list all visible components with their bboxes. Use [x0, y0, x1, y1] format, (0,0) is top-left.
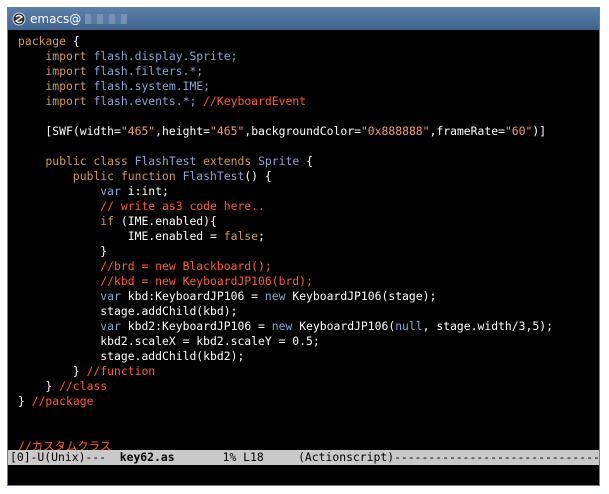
code-token: FlashTest: [182, 169, 245, 183]
code-line: import flash.display.Sprite;: [18, 49, 593, 64]
code-token: flash.filters.*;: [93, 64, 204, 78]
code-line: } //function: [18, 364, 593, 379]
minibuffer[interactable]: [8, 465, 599, 485]
emacs-window: emacs@ package { import flash.display.Sp…: [7, 7, 600, 486]
hostname-blur: [85, 14, 128, 24]
code-token: FlashTest: [134, 154, 197, 168]
code-token: var: [18, 319, 128, 333]
code-token: //function: [86, 364, 156, 378]
code-token: flash.system.IME;: [93, 79, 211, 93]
code-line: import flash.system.IME;: [18, 79, 593, 94]
code-editor[interactable]: package { import flash.display.Sprite; i…: [18, 34, 593, 452]
code-token: public function: [18, 169, 183, 183]
code-token: //class: [59, 379, 108, 393]
code-token: ,height=: [155, 124, 211, 138]
code-token: , stage.width/3,5);: [422, 319, 553, 333]
modeline-major-mode: (Actionscript): [298, 450, 395, 464]
code-token: package: [18, 34, 67, 48]
code-line: import flash.filters.*;: [18, 64, 593, 79]
modeline-status: [0]-U(Unix)---: [10, 450, 120, 464]
code-token: var: [18, 289, 128, 303]
modeline-buffer-name: key62.as: [119, 450, 175, 464]
code-token: kbd2:KeyboardJP106 =: [127, 319, 272, 333]
code-token: import: [18, 49, 94, 63]
code-line: kbd2.scaleX = kbd2.scaleY = 0.5;: [18, 334, 593, 349]
code-line: //brd = new Blackboard();: [18, 259, 593, 274]
code-token: //package: [31, 394, 94, 408]
code-token: ,backgroundColor=: [244, 124, 361, 138]
code-token: new: [264, 289, 293, 303]
code-line: [SWF(width="465",height="465",background…: [18, 124, 593, 139]
code-line: public function FlashTest() {: [18, 169, 593, 184]
code-token: kbd2.scaleX = kbd2.scaleY = 0.5;: [18, 334, 320, 348]
mode-line: [0]-U(Unix)--- key62.as 1% L18 (Actionsc…: [8, 450, 599, 465]
code-line: package {: [18, 34, 593, 49]
code-token: {: [66, 34, 80, 48]
code-token: }: [18, 244, 108, 258]
window-title: emacs@: [30, 12, 82, 26]
code-line: }: [18, 244, 593, 259]
code-line: public class FlashTest extends Sprite {: [18, 154, 593, 169]
code-token: IME.enabled =: [18, 229, 224, 243]
code-token: kbd:KeyboardJP106 =: [127, 289, 265, 303]
code-token: // write as3 code here..: [18, 199, 265, 213]
code-line: if (IME.enabled){: [18, 214, 593, 229]
code-token: "465": [210, 124, 245, 138]
code-line: } //package: [18, 394, 593, 409]
code-line: import flash.events.*; //KeyboardEvent: [18, 94, 593, 109]
code-token: public class: [18, 154, 135, 168]
code-token: //kbd = new KeyboardJP106(brd);: [18, 274, 313, 288]
code-token: KeyboardJP106(: [299, 319, 396, 333]
emacs-app-icon: [12, 12, 26, 26]
code-line: var kbd:KeyboardJP106 = new KeyboardJP10…: [18, 289, 593, 304]
code-token: null: [395, 319, 423, 333]
code-token: }: [18, 379, 60, 393]
code-token: Sprite: [258, 154, 300, 168]
code-token: }: [18, 394, 32, 408]
title-bar[interactable]: emacs@: [8, 8, 599, 30]
code-token: "0x888888": [360, 124, 430, 138]
code-token: flash.display.Sprite;: [93, 49, 238, 63]
code-token: import: [18, 79, 94, 93]
code-line: stage.addChild(kbd2);: [18, 349, 593, 364]
code-token: ;: [162, 184, 169, 198]
code-token: import: [18, 64, 94, 78]
code-line: IME.enabled = false;: [18, 229, 593, 244]
code-token: (IME.enabled){: [114, 214, 217, 228]
code-token: ;: [258, 229, 265, 243]
code-token: KeyboardJP106(stage);: [292, 289, 437, 303]
code-token: {: [299, 154, 313, 168]
code-token: import: [18, 94, 94, 108]
code-token: [SWF(width=: [18, 124, 121, 138]
code-line: // write as3 code here..: [18, 199, 593, 214]
code-token: i:int: [127, 184, 163, 198]
code-line: //kbd = new KeyboardJP106(brd);: [18, 274, 593, 289]
code-token: flash.events.*;: [93, 94, 197, 108]
code-token: () {: [244, 169, 272, 183]
code-token: "465": [120, 124, 156, 138]
code-line: } //class: [18, 379, 593, 394]
code-token: //brd = new Blackboard();: [18, 259, 272, 273]
modeline-fill: ----------------------------------------…: [394, 450, 599, 464]
code-token: stage.addChild(kbd);: [18, 304, 238, 318]
code-token: false: [223, 229, 259, 243]
code-token: new: [271, 319, 300, 333]
code-token: "60": [504, 124, 533, 138]
code-token: stage.addChild(kbd2);: [18, 349, 245, 363]
code-line: var kbd2:KeyboardJP106 = new KeyboardJP1…: [18, 319, 593, 334]
code-line: var i:int;: [18, 184, 593, 199]
code-token: if: [18, 214, 115, 228]
code-token: ,frameRate=: [429, 124, 505, 138]
code-token: )]: [532, 124, 547, 138]
code-token: //KeyboardEvent: [196, 94, 307, 108]
code-token: extends: [196, 154, 259, 168]
code-line: stage.addChild(kbd);: [18, 304, 593, 319]
code-token: var: [18, 184, 128, 198]
modeline-position: 1% L18: [174, 450, 299, 464]
code-token: }: [18, 364, 87, 378]
